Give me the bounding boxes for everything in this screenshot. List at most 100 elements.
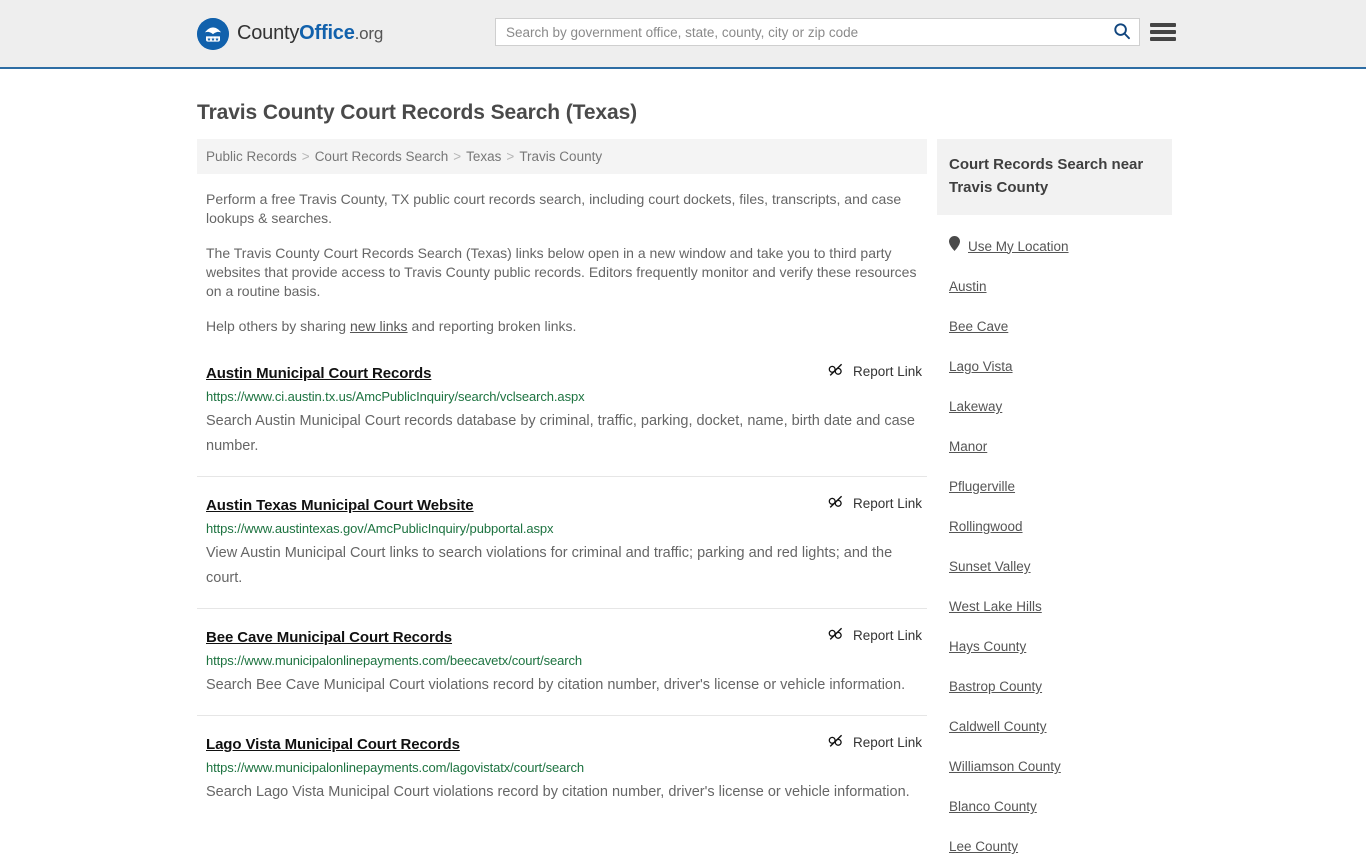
sidebar-item-rollingwood[interactable]: Rollingwood	[949, 518, 1172, 536]
result-header: Austin Municipal Court Records Report Li…	[206, 362, 927, 382]
content-area: Public Records > Court Records Search > Texa…	[0, 139, 1366, 856]
intro-paragraph-3: Help others by sharing new links and rep…	[206, 317, 918, 336]
result-title-link[interactable]: Bee Cave Municipal Court Records	[206, 629, 452, 646]
sidebar-item-blanco-county[interactable]: Blanco County	[949, 798, 1172, 816]
sidebar-heading: Court Records Search near Travis County	[937, 139, 1172, 215]
sidebar-link-label[interactable]: West Lake Hills	[949, 599, 1042, 614]
sidebar-link-label[interactable]: Hays County	[949, 639, 1026, 654]
breadcrumb: Public Records > Court Records Search > Texa…	[197, 139, 927, 174]
broken-link-icon	[828, 494, 844, 513]
report-link-label: Report Link	[852, 628, 922, 643]
intro-paragraph-2: The Travis County Court Records Search (…	[206, 245, 917, 299]
sidebar-link-label[interactable]: Bastrop County	[949, 679, 1042, 694]
site-logo-text: CountyOffice.org	[237, 22, 383, 45]
result-item: Austin Texas Municipal Court Website Rep…	[197, 494, 927, 609]
result-description: Search Bee Cave Municipal Court violatio…	[206, 677, 906, 693]
use-my-location-label[interactable]: Use My Location	[968, 239, 1069, 254]
page-body: Travis County Court Records Search (Texa…	[0, 69, 1366, 856]
report-link-button[interactable]: Report Link	[828, 494, 922, 513]
report-link-button[interactable]: Report Link	[828, 362, 922, 381]
result-item: Austin Municipal Court Records Report Li…	[197, 362, 927, 477]
sidebar-link-label[interactable]: Sunset Valley	[949, 559, 1031, 574]
intro-paragraph-1: Perform a free Travis County, TX public …	[206, 191, 902, 226]
hamburger-menu-icon	[1150, 37, 1176, 41]
intro-text: Perform a free Travis County, TX public …	[197, 190, 927, 336]
intro-text-after-link: and reporting broken links.	[407, 318, 577, 334]
new-links-link[interactable]: new links	[350, 318, 408, 334]
hamburger-menu-button[interactable]	[1150, 20, 1176, 44]
site-header: CountyOffice.org	[0, 0, 1366, 69]
sidebar-link-label[interactable]: Manor	[949, 439, 987, 454]
report-link-label: Report Link	[852, 364, 922, 379]
report-link-label: Report Link	[852, 735, 922, 750]
brand-part-tld: .org	[354, 24, 384, 43]
sidebar-item-pflugerville[interactable]: Pflugerville	[949, 478, 1172, 496]
result-url[interactable]: https://www.municipalonlinepayments.com/…	[206, 653, 927, 668]
sidebar-item-austin[interactable]: Austin	[949, 278, 1172, 296]
sidebar-item-lago-vista[interactable]: Lago Vista	[949, 358, 1172, 376]
breadcrumb-separator: >	[453, 149, 462, 164]
result-title-link[interactable]: Lago Vista Municipal Court Records	[206, 736, 460, 753]
hamburger-menu-icon	[1150, 30, 1176, 34]
sidebar-link-label[interactable]: Austin	[949, 279, 987, 294]
sidebar-item-bastrop-county[interactable]: Bastrop County	[949, 678, 1172, 696]
sidebar-link-label[interactable]: Pflugerville	[949, 479, 1015, 494]
breadcrumb-item-court-records-search[interactable]: Court Records Search	[315, 149, 449, 164]
result-url[interactable]: https://www.austintexas.gov/AmcPublicInq…	[206, 521, 927, 536]
sidebar: Court Records Search near Travis County …	[937, 139, 1172, 856]
site-logo[interactable]: CountyOffice.org	[197, 17, 383, 50]
result-header: Lago Vista Municipal Court Records Repor…	[206, 733, 927, 753]
sidebar-link-label[interactable]: Lee County	[949, 839, 1018, 854]
breadcrumb-separator: >	[506, 149, 515, 164]
sidebar-link-label[interactable]: Rollingwood	[949, 519, 1023, 534]
broken-link-icon	[828, 362, 844, 381]
sidebar-links: Use My Location Austin Bee Cave Lago Vis…	[937, 236, 1172, 856]
broken-link-icon	[828, 626, 844, 645]
breadcrumb-item-travis-county[interactable]: Travis County	[519, 149, 602, 164]
breadcrumb-item-texas[interactable]: Texas	[466, 149, 501, 164]
report-link-button[interactable]: Report Link	[828, 733, 922, 752]
result-header: Bee Cave Municipal Court Records Report …	[206, 626, 927, 646]
sidebar-item-lee-county[interactable]: Lee County	[949, 838, 1172, 856]
sidebar-item-hays-county[interactable]: Hays County	[949, 638, 1172, 656]
sidebar-item-sunset-valley[interactable]: Sunset Valley	[949, 558, 1172, 576]
sidebar-item-manor[interactable]: Manor	[949, 438, 1172, 456]
sidebar-item-lakeway[interactable]: Lakeway	[949, 398, 1172, 416]
result-description: Search Austin Municipal Court records da…	[206, 413, 915, 454]
sidebar-item-caldwell-county[interactable]: Caldwell County	[949, 718, 1172, 736]
result-title-link[interactable]: Austin Municipal Court Records	[206, 365, 431, 382]
sidebar-link-label[interactable]: Blanco County	[949, 799, 1037, 814]
result-item: Lago Vista Municipal Court Records Repor…	[197, 733, 927, 822]
sidebar-link-label[interactable]: Bee Cave	[949, 319, 1008, 334]
search-button[interactable]	[1105, 19, 1139, 45]
search-input[interactable]	[496, 19, 1105, 45]
page-title: Travis County Court Records Search (Texa…	[197, 101, 638, 124]
sidebar-link-label[interactable]: Lago Vista	[949, 359, 1013, 374]
broken-link-icon	[828, 733, 844, 752]
intro-text-before-link: Help others by sharing	[206, 318, 350, 334]
result-description: Search Lago Vista Municipal Court violat…	[206, 784, 910, 800]
hamburger-menu-icon	[1150, 23, 1176, 27]
main-column: Public Records > Court Records Search > Texa…	[197, 139, 927, 839]
sidebar-link-label[interactable]: Caldwell County	[949, 719, 1047, 734]
brand-part-office: Office	[299, 22, 355, 44]
breadcrumb-separator: >	[301, 149, 310, 164]
sidebar-item-bee-cave[interactable]: Bee Cave	[949, 318, 1172, 336]
sidebar-link-label[interactable]: Lakeway	[949, 399, 1002, 414]
report-link-label: Report Link	[852, 496, 922, 511]
report-link-button[interactable]: Report Link	[828, 626, 922, 645]
brand-part-county: County	[237, 22, 300, 44]
breadcrumb-item-public-records[interactable]: Public Records	[206, 149, 297, 164]
result-url[interactable]: https://www.ci.austin.tx.us/AmcPublicInq…	[206, 389, 927, 404]
result-item: Bee Cave Municipal Court Records Report …	[197, 626, 927, 716]
search-bar	[495, 18, 1140, 46]
sidebar-item-use-my-location[interactable]: Use My Location	[949, 236, 1172, 256]
sidebar-item-williamson-county[interactable]: Williamson County	[949, 758, 1172, 776]
sidebar-link-label[interactable]: Williamson County	[949, 759, 1061, 774]
results-list: Austin Municipal Court Records Report Li…	[197, 362, 927, 822]
sidebar-item-west-lake-hills[interactable]: West Lake Hills	[949, 598, 1172, 616]
result-title-link[interactable]: Austin Texas Municipal Court Website	[206, 497, 474, 514]
search-icon	[1113, 22, 1131, 43]
result-description: View Austin Municipal Court links to sea…	[206, 545, 893, 586]
map-pin-icon	[949, 236, 960, 256]
